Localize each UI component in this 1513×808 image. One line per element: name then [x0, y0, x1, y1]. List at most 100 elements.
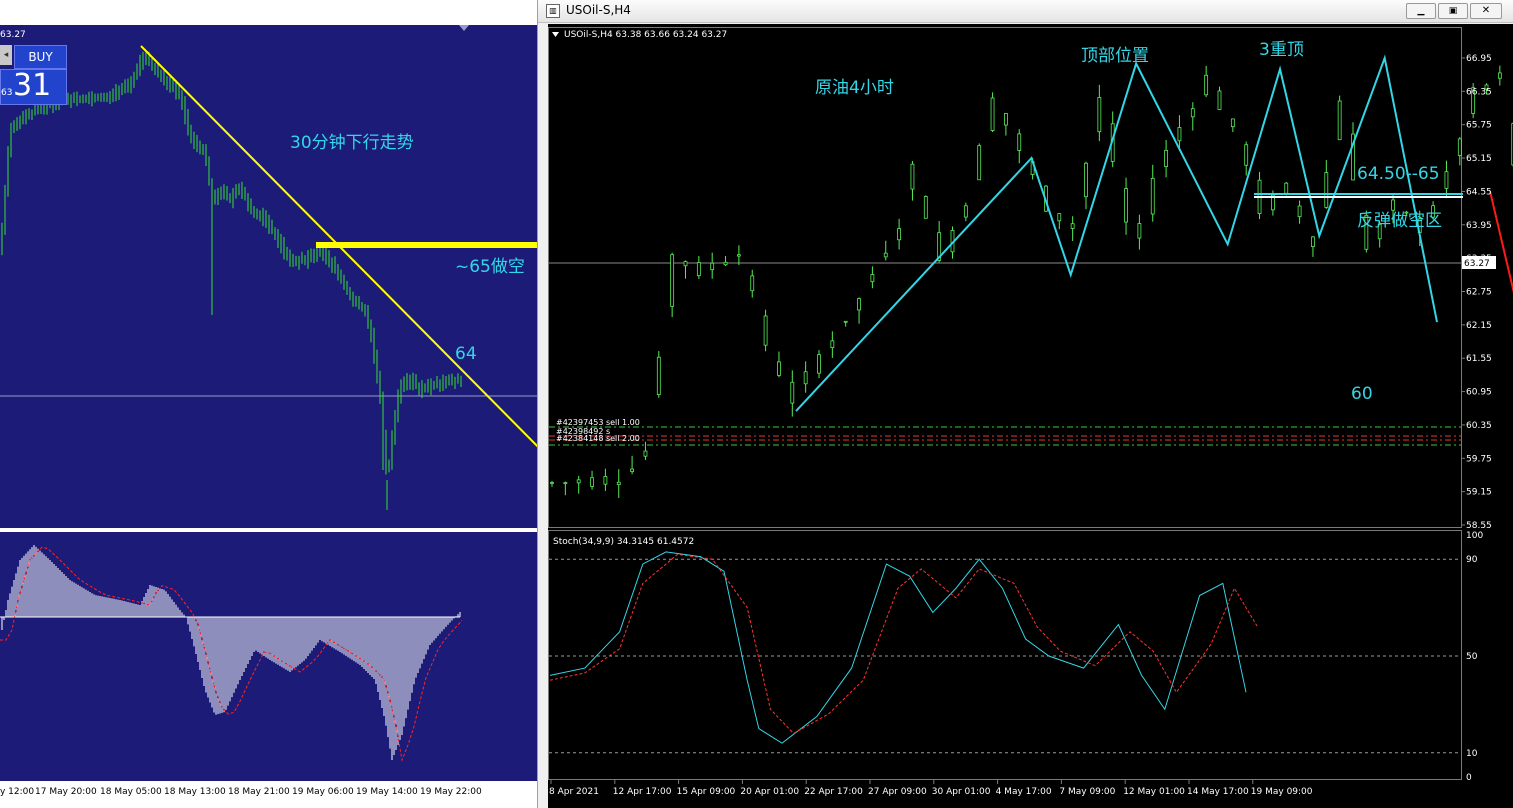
price-tick-label: 59.75 — [1466, 454, 1492, 464]
candle-body — [736, 254, 741, 257]
left-time-axis: y 12:00 17 May 20:00 18 May 05:00 18 May 13… — [0, 787, 482, 797]
right-chart-bg — [548, 24, 1513, 808]
candle-body — [750, 275, 755, 292]
time-tick-label: 7 May 09:00 — [1059, 787, 1115, 797]
time-tick-label: 30 Apr 01:00 — [932, 787, 991, 797]
time-tick-label: 4 May 17:00 — [996, 787, 1052, 797]
candle-body — [1097, 97, 1102, 133]
price-tick-label: 63.95 — [1466, 221, 1492, 231]
price-axis: 66.9566.3565.7565.1564.5563.9563.3562.75… — [1461, 54, 1492, 531]
candle-body — [550, 482, 554, 484]
left-price-header: 63.27 — [0, 30, 26, 40]
candle-body — [1057, 213, 1062, 222]
time-tick-label: 12 May 01:00 — [1123, 787, 1185, 797]
maximize-button[interactable]: ▣ — [1438, 3, 1468, 19]
price-tick-label: 62.15 — [1466, 321, 1492, 331]
chart-header: USOil-S,H4 63.38 63.66 63.24 63.27 — [564, 30, 727, 40]
candle-body — [630, 468, 634, 472]
left-annotation-title: 30分钟下行走势 — [290, 133, 414, 153]
left-time-label: 18 May 21:00 — [228, 787, 290, 797]
candle-body — [1337, 100, 1342, 141]
candle-body — [923, 196, 928, 219]
candle-body — [643, 450, 648, 457]
candle-body — [683, 261, 688, 267]
left-chart-svg: y 12:00 17 May 20:00 18 May 05:00 18 May 13… — [0, 25, 537, 797]
candle-body — [1124, 188, 1128, 223]
price-tick-label: 64.55 — [1466, 187, 1492, 197]
candle-body — [990, 97, 995, 131]
time-tick-label: 22 Apr 17:00 — [804, 787, 863, 797]
candle-body — [696, 262, 701, 277]
left-annotation-level: 64 — [455, 344, 477, 364]
stoch-level-label: 50 — [1466, 652, 1478, 662]
right-annotation-zone-price: 64.50--65 — [1357, 164, 1440, 184]
candle-body — [1497, 72, 1502, 79]
close-button[interactable]: ✕ — [1470, 3, 1502, 19]
window-chart-icon: ▥ — [546, 4, 560, 18]
left-chart-panel[interactable]: y 12:00 17 May 20:00 18 May 05:00 18 May 13… — [0, 0, 537, 808]
candle-body — [870, 274, 875, 283]
candle-body — [563, 482, 568, 485]
candle-body — [590, 477, 594, 487]
trade-panel[interactable]: ◂ BUY 63 31 — [0, 45, 67, 105]
candle-body — [670, 254, 675, 307]
left-time-label: 19 May 06:00 — [292, 787, 354, 797]
candle-body — [1164, 149, 1168, 167]
left-time-label: 19 May 14:00 — [356, 787, 418, 797]
stoch-label: Stoch(34,9,9) 34.3145 61.4572 — [553, 537, 694, 547]
right-annotation-title: 原油4小时 — [815, 78, 894, 98]
candle-body — [1204, 74, 1209, 96]
candle-body — [1284, 182, 1289, 194]
price-tick-label: 66.95 — [1466, 54, 1492, 64]
candle-body — [1324, 172, 1329, 208]
left-time-label: y 12:00 — [0, 787, 34, 797]
time-tick-label: 19 May 09:00 — [1251, 787, 1313, 797]
candle-body — [1084, 162, 1088, 198]
time-tick-label: 15 Apr 09:00 — [677, 787, 736, 797]
candle-body — [1003, 112, 1008, 126]
candle-body — [1150, 177, 1155, 215]
candle-body — [576, 479, 581, 484]
candle-body — [1017, 133, 1022, 151]
right-annotation-triple-top: 3重顶 — [1259, 40, 1304, 60]
candle-body — [897, 228, 902, 241]
buy-price-small: 63 — [1, 88, 13, 98]
candle-body — [1137, 223, 1142, 239]
price-tick-label: 60.95 — [1466, 388, 1492, 398]
candle-body — [710, 262, 715, 271]
candle-body — [817, 354, 821, 374]
price-tick-label: 58.55 — [1466, 521, 1492, 531]
candle-body — [883, 252, 888, 258]
candle-body — [656, 356, 661, 395]
candle-body — [790, 381, 795, 404]
candle-body — [723, 261, 728, 266]
current-price-tag: 63.27 — [1464, 259, 1490, 269]
time-tick-label: 20 Apr 01:00 — [740, 787, 799, 797]
window-title: USOil-S,H4 — [566, 3, 631, 17]
candle-body — [1177, 127, 1182, 142]
order-label-3: #42384148 sell 2.00 — [556, 434, 640, 443]
candle-body — [1190, 108, 1195, 118]
left-annotation-short: ~65做空 — [455, 257, 525, 277]
candle-body — [1217, 90, 1222, 110]
time-tick-label: 14 May 17:00 — [1187, 787, 1249, 797]
candle-body — [1457, 138, 1462, 156]
window-titlebar[interactable]: ▥ USOil-S,H4 ▁ ▣ ✕ — [538, 0, 1513, 23]
buy-button[interactable]: BUY — [14, 45, 67, 69]
right-annotation-top: 顶部位置 — [1081, 46, 1149, 66]
candle-body — [843, 320, 848, 323]
time-tick-label: 27 Apr 09:00 — [868, 787, 927, 797]
minimize-button[interactable]: ▁ — [1406, 3, 1436, 19]
buy-price-large: 31 — [13, 68, 52, 103]
candle-body — [1244, 144, 1249, 166]
stoch-level-label: 100 — [1466, 531, 1483, 541]
price-tick-label: 60.35 — [1466, 421, 1492, 431]
stoch-level-label: 0 — [1466, 773, 1472, 783]
candle-body — [763, 315, 768, 346]
candle-body — [963, 205, 968, 218]
candle-body — [603, 476, 608, 485]
candle-body — [616, 481, 621, 485]
buy-price-box[interactable]: 63 31 — [0, 68, 67, 105]
sell-arrow-button[interactable]: ◂ — [0, 45, 12, 65]
chart-window[interactable]: ▥ USOil-S,H4 ▁ ▣ ✕ 66.95 66.35 65.75 65.15 6… — [537, 0, 1513, 808]
